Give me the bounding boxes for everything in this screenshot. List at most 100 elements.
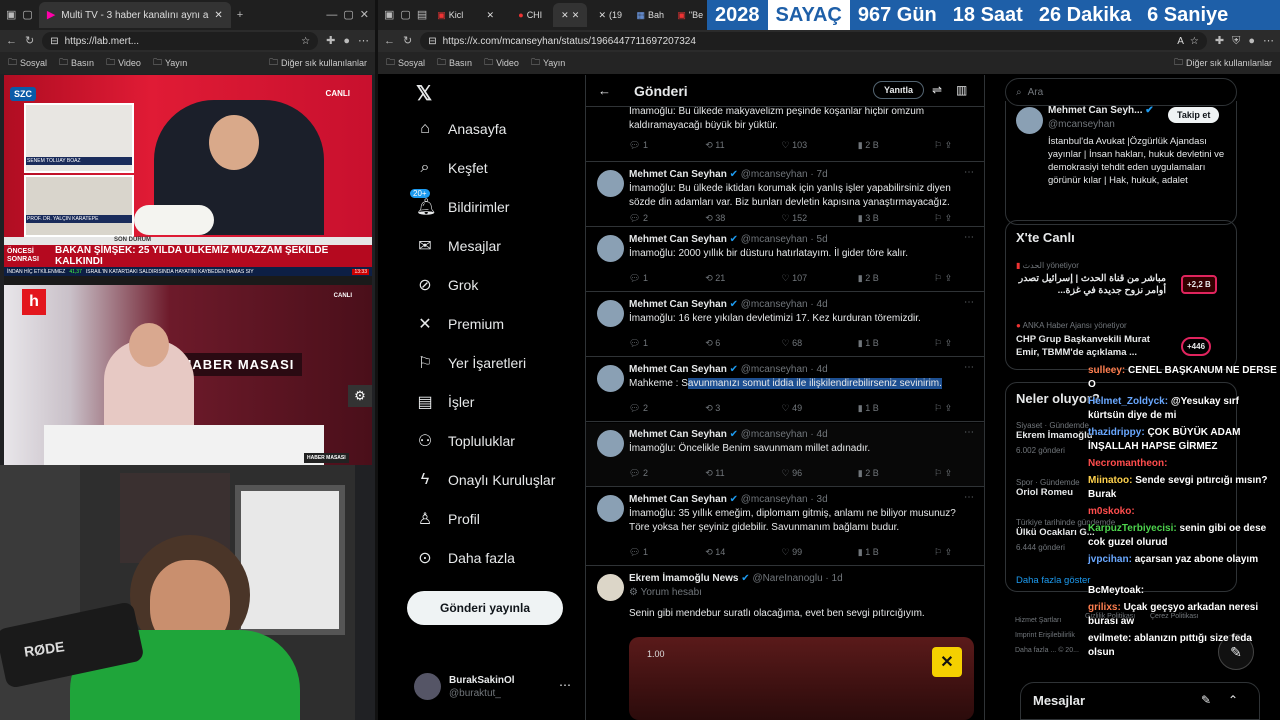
repost-count[interactable]: ⟲ 3 [705,403,781,414]
like-count[interactable]: ♡ 152 [782,213,858,224]
workspaces-icon[interactable]: ▣ [6,9,16,21]
avatar[interactable] [597,495,624,522]
live-item[interactable]: ▮ الحدث yönetiyor مباشر من قناة الحدث | … [1016,261,1231,311]
tab-actions-icon[interactable]: ▢ [22,9,32,21]
repost-count[interactable]: ⟲ 11 [705,468,781,479]
back-icon[interactable]: ← [6,35,17,47]
nav-profile[interactable]: ♙ Profil [380,499,585,538]
author-name[interactable]: Ekrem İmamoğlu News [629,573,738,584]
bookmark-folder-video[interactable]: 🗀 Video [484,55,519,71]
avatar[interactable] [597,300,624,327]
bookmark-share-icons[interactable]: ⚐ ⇪ [934,140,974,151]
back-arrow-icon[interactable]: ← [598,83,611,98]
reply-button[interactable]: Yanıtla [873,81,925,99]
profile-icon[interactable]: ● [343,35,350,47]
bookmark-folder-video[interactable]: 🗀 Video [106,55,141,71]
tab-bah[interactable]: ▦ Bah [633,3,667,27]
view-count[interactable]: ▮ 2 B [858,140,934,151]
follow-button[interactable]: Takip et [1168,107,1220,123]
nav-explore[interactable]: ⌕ Keşfet [380,148,585,187]
refresh-icon[interactable]: ↻ [403,35,412,47]
author-name[interactable]: Mehmet Can Seyhan [629,169,727,180]
nav-jobs[interactable]: ▤ İşler [380,382,585,421]
nav-verified-orgs[interactable]: ϟ Onaylı Kuruluşlar [380,460,585,499]
footer-link[interactable]: Daha fazla ... [1015,647,1056,654]
bookmark-folder-sosyal[interactable]: 🗀 Sosyal [386,55,425,71]
bookmark-folder-basin[interactable]: 🗀 Basın [59,55,94,71]
more-dots-icon[interactable]: ⋯ [964,167,974,178]
author-name[interactable]: Mehmet Can Seyhan [629,429,727,440]
footer-link[interactable]: Imprint [1015,632,1036,639]
author-name[interactable]: Mehmet Can Seyhan [629,494,727,505]
view-count[interactable]: ▮ 2 B [858,468,934,479]
bookmark-share-icons[interactable]: ⚐ ⇪ [934,338,974,349]
repost-count[interactable]: ⟲ 6 [705,338,781,349]
back-icon[interactable]: ← [384,35,395,47]
bookmark-folder-yayin[interactable]: 🗀 Yayın [153,55,187,71]
view-count[interactable]: ▮ 1 B [858,547,934,558]
bookmark-folder-basin[interactable]: 🗀 Basın [437,55,472,71]
menu-dots-icon[interactable]: ⋯ [358,35,369,47]
bookmark-folder-other[interactable]: 🗀 Diğer sık kullanılanlar [269,55,367,71]
live-item[interactable]: ● ANKA Haber Ajansı yönetiyor CHP Grup B… [1016,321,1231,367]
author-name[interactable]: Mehmet Can Seyhan [629,234,727,245]
repost-count[interactable]: ⟲ 11 [705,140,781,151]
reply-count[interactable]: 💬︎ 1 [629,140,705,151]
extension-icon[interactable]: ✚ [326,35,335,47]
avatar[interactable] [597,574,624,601]
tv-stream-szc[interactable]: SZC CANLI SENEM TOLUAY BOAZ PROF. DR. YA… [4,75,372,285]
tab-actions-icon[interactable]: ▢ [400,9,410,21]
site-info-icon[interactable]: ⊟ [428,36,436,47]
tweet-partial[interactable]: İmamoğlu: Bu ülkede makyavelizm peşinde … [586,106,984,162]
tv-stream-halk[interactable]: h CANLI HABER MASASI ⚙ HABER MASASI [4,285,372,465]
reply-count[interactable]: 💬︎ 2 [629,213,705,224]
like-count[interactable]: ♡ 99 [782,547,858,558]
post-button[interactable]: Gönderi yayınla [407,591,563,625]
author-name[interactable]: Mehmet Can Seyhan [629,364,727,375]
tab-multi-tv[interactable]: ▶ Multi TV - 3 haber kanalını aynı a ✕ [38,2,231,28]
like-count[interactable]: ♡ 96 [782,468,858,479]
repost-count[interactable]: ⟲ 14 [705,547,781,558]
more-dots-icon[interactable]: ⋯ [559,678,571,692]
view-count[interactable]: ▮ 2 B [858,273,934,284]
nav-more[interactable]: ⊙ Daha fazla [380,538,585,577]
bookmark-share-icons[interactable]: ⚐ ⇪ [934,547,974,558]
minimize-icon[interactable]: — [326,9,337,21]
bookmark-folder-other[interactable]: 🗀 Diğer sık kullanılanlar [1174,55,1272,71]
bookmark-share-icons[interactable]: ⚐ ⇪ [934,273,974,284]
maximize-icon[interactable]: ▢ [343,9,353,21]
tab-kick[interactable]: ▣ Kicl [433,3,467,27]
bookmark-folder-yayin[interactable]: 🗀 Yayın [531,55,565,71]
view-count[interactable]: ▮ 1 B [858,403,934,414]
footer-link[interactable]: Hizmet Şartları [1015,617,1061,624]
tweet-media[interactable]: 1.00 ✕ [629,637,974,720]
avatar[interactable] [597,430,624,457]
settings-gear-icon[interactable]: ⚙ [348,385,372,407]
new-tab-icon[interactable]: + [237,9,243,21]
view-count[interactable]: ▮ 3 B [858,213,934,224]
tweet-item[interactable]: Mehmet Can Seyhan ✔ @mcanseyhan · 4d ⋯ İ… [586,293,984,357]
avatar[interactable] [597,365,624,392]
tweet-item[interactable]: Mehmet Can Seyhan ✔ @mcanseyhan · 4d ⋯ M… [586,358,984,422]
more-dots-icon[interactable]: ⋯ [964,297,974,308]
more-dots-icon[interactable]: ⋯ [964,427,974,438]
reply-count[interactable]: 💬︎ 2 [629,468,705,479]
tab-x-1[interactable]: ✕ [473,3,507,27]
tweet-item[interactable]: Mehmet Can Seyhan ✔ @mcanseyhan · 7d ⋯ İ… [586,163,984,227]
nav-communities[interactable]: ⚇ Topluluklar [380,421,585,460]
site-info-icon[interactable]: ⊟ [50,36,58,47]
bookmark-folder-sosyal[interactable]: 🗀 Sosyal [8,55,47,71]
tab-chi[interactable]: ● CHI [513,3,547,27]
like-count[interactable]: ♡ 49 [782,403,858,414]
nav-premium[interactable]: ✕ Premium [380,304,585,343]
nav-home[interactable]: ⌂ Anasayfa [380,109,585,148]
reply-count[interactable]: 💬︎ 2 [629,403,705,414]
footer-link[interactable]: Erişilebilirlik [1038,632,1075,639]
nav-grok[interactable]: ⊘ Grok [380,265,585,304]
close-tab-icon[interactable]: ✕ [572,10,580,21]
bookmark-share-icons[interactable]: ⚐ ⇪ [934,468,974,479]
view-count[interactable]: ▮ 1 B [858,338,934,349]
filter-icon[interactable]: ⇌ [932,83,942,97]
account-switcher[interactable]: BurakSakinOl @buraktut_ ⋯ [414,673,584,703]
tweet-item[interactable]: Mehmet Can Seyhan ✔ @mcanseyhan · 4d ⋯ İ… [586,423,984,487]
